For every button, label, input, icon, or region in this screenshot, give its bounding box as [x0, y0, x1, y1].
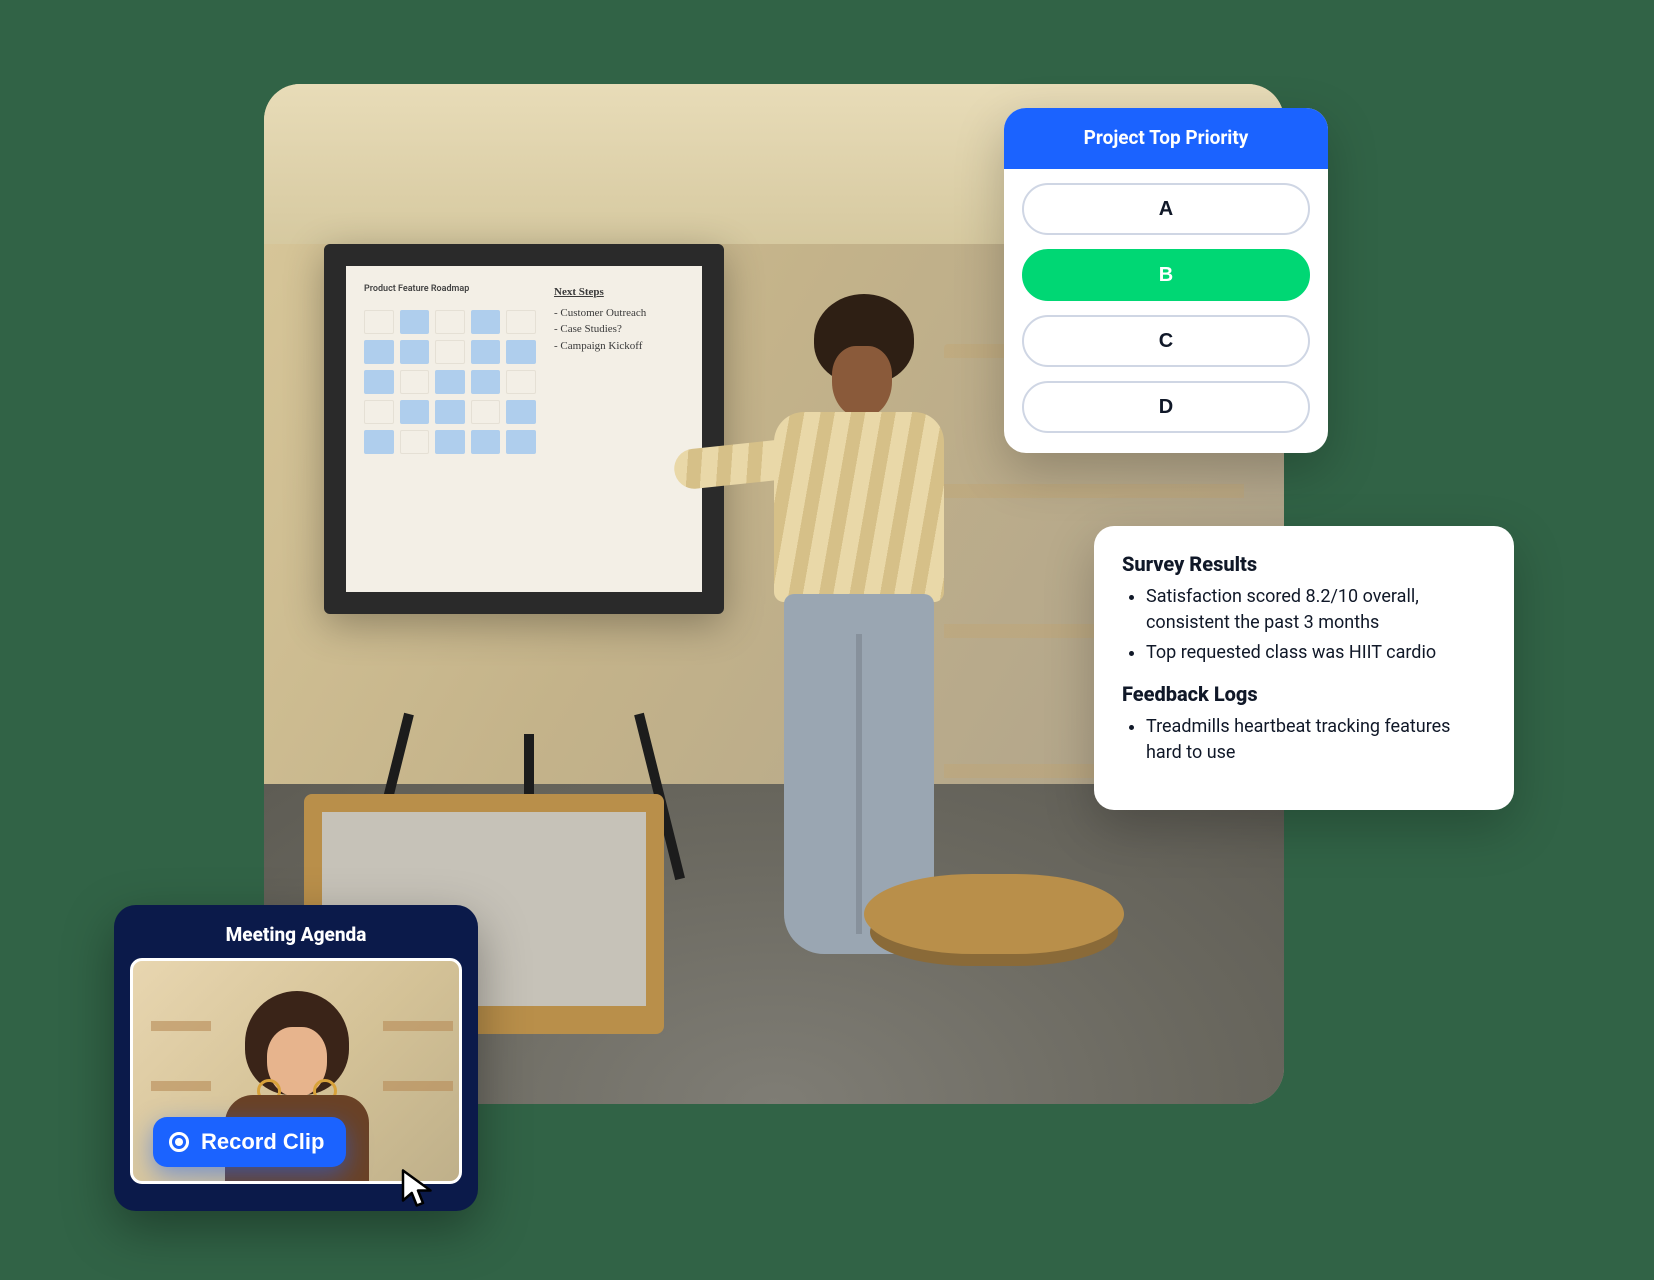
- poll-option-c[interactable]: C: [1022, 315, 1310, 367]
- agenda-title: Meeting Agenda: [130, 919, 462, 958]
- video-thumbnail[interactable]: Record Clip: [130, 958, 462, 1184]
- results-heading-1: Survey Results: [1122, 552, 1486, 576]
- record-label: Record Clip: [201, 1129, 324, 1155]
- results-item: Treadmills heartbeat tracking features h…: [1146, 714, 1486, 766]
- record-icon: [169, 1132, 189, 1152]
- whiteboard-chart-title: Product Feature Roadmap: [364, 284, 536, 294]
- record-clip-button[interactable]: Record Clip: [153, 1117, 346, 1167]
- results-list-2: Treadmills heartbeat tracking features h…: [1122, 714, 1486, 766]
- results-item: Top requested class was HIIT cardio: [1146, 640, 1486, 666]
- poll-options: A B C D: [1004, 169, 1328, 453]
- roadmap-grid: [364, 302, 536, 574]
- results-heading-2: Feedback Logs: [1122, 682, 1486, 706]
- whiteboard: Product Feature Roadmap Next Steps - Cus…: [324, 244, 724, 614]
- whiteboard-easel: Product Feature Roadmap Next Steps - Cus…: [324, 244, 734, 764]
- notes-heading: Next Steps: [554, 284, 684, 301]
- presenter-figure: [734, 294, 974, 974]
- results-card: Survey Results Satisfaction scored 8.2/1…: [1094, 526, 1514, 810]
- notes-line: - Campaign Kickoff: [554, 338, 684, 355]
- results-item: Satisfaction scored 8.2/10 overall, cons…: [1146, 584, 1486, 636]
- coffee-table: [864, 874, 1124, 954]
- poll-option-b[interactable]: B: [1022, 249, 1310, 301]
- poll-option-d[interactable]: D: [1022, 381, 1310, 433]
- poll-title: Project Top Priority: [1004, 108, 1328, 169]
- poll-option-a[interactable]: A: [1022, 183, 1310, 235]
- poll-card: Project Top Priority A B C D: [1004, 108, 1328, 453]
- whiteboard-notes: Next Steps - Customer Outreach - Case St…: [554, 284, 684, 574]
- results-list-1: Satisfaction scored 8.2/10 overall, cons…: [1122, 584, 1486, 666]
- agenda-card: Meeting Agenda Record Clip: [114, 905, 478, 1211]
- notes-line: - Customer Outreach: [554, 305, 684, 322]
- notes-line: - Case Studies?: [554, 321, 684, 338]
